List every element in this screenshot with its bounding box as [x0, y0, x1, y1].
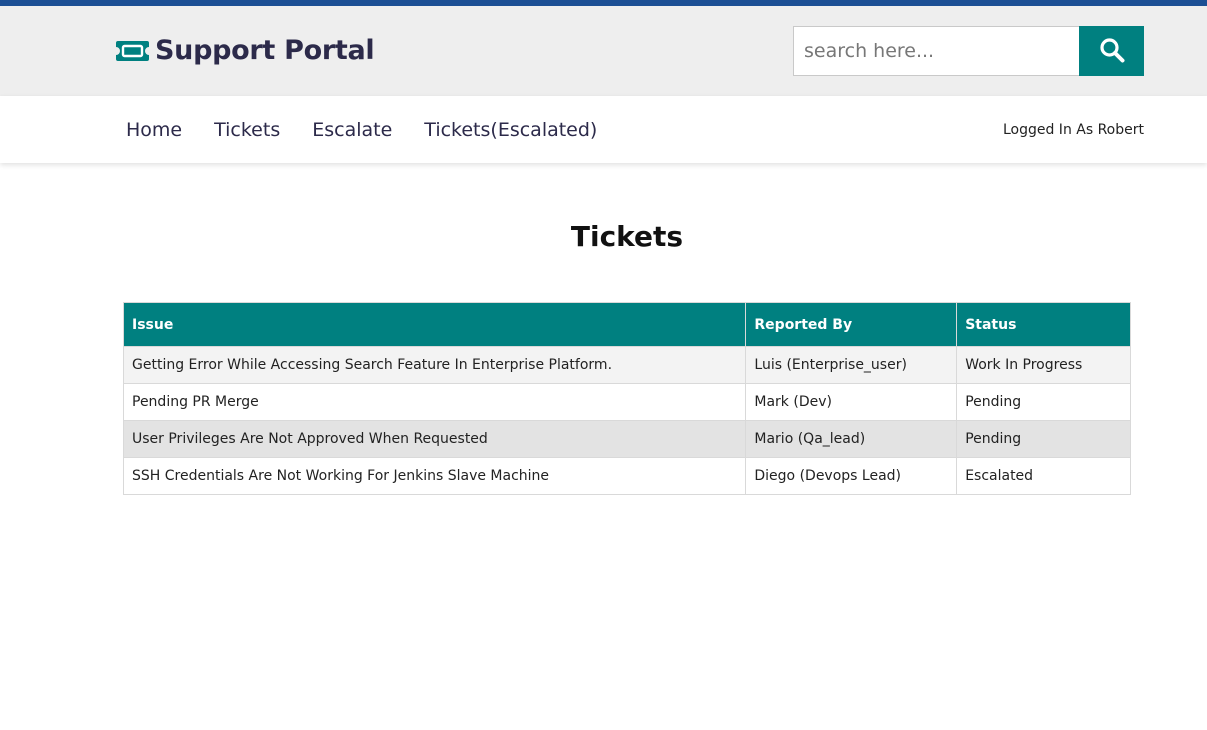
table-row[interactable]: Pending PR Merge Mark (Dev) Pending	[122, 383, 1131, 421]
status-cell: Work In Progress	[956, 346, 1131, 384]
status-cell: Pending	[956, 383, 1131, 421]
reported-by-cell: Mario (Qa_lead)	[745, 420, 958, 458]
ticket-icon	[115, 39, 150, 63]
table-header-row: Issue Reported By Status	[122, 302, 1131, 347]
issue-cell: SSH Credentials Are Not Working For Jenk…	[122, 457, 747, 495]
nav-link-escalate[interactable]: Escalate	[312, 119, 392, 141]
reported-by-cell: Luis (Enterprise_user)	[745, 346, 958, 384]
nav-link-home[interactable]: Home	[126, 119, 182, 141]
reported-by-cell: Diego (Devops Lead)	[745, 457, 958, 495]
nav-links: Home Tickets Escalate Tickets(Escalated)	[126, 96, 629, 163]
logged-in-status: Logged In As Robert	[1002, 121, 1144, 138]
issue-cell: Pending PR Merge	[122, 383, 747, 421]
table-row[interactable]: SSH Credentials Are Not Working For Jenk…	[122, 457, 1131, 495]
column-header-status: Status	[956, 302, 1131, 347]
issue-cell: Getting Error While Accessing Search Fea…	[122, 346, 747, 384]
table-row[interactable]: Getting Error While Accessing Search Fea…	[122, 346, 1131, 384]
header: Support Portal	[0, 6, 1207, 96]
column-header-reported-by: Reported By	[745, 302, 958, 347]
nav-link-tickets-escalated[interactable]: Tickets(Escalated)	[424, 119, 597, 141]
main-nav: Home Tickets Escalate Tickets(Escalated)…	[0, 96, 1207, 163]
column-header-issue: Issue	[122, 302, 747, 347]
search-icon	[1099, 37, 1125, 66]
reported-by-cell: Mark (Dev)	[745, 383, 958, 421]
status-cell: Pending	[956, 420, 1131, 458]
table-row[interactable]: User Privileges Are Not Approved When Re…	[122, 420, 1131, 458]
page-title: Tickets	[570, 220, 684, 253]
search-input[interactable]	[793, 26, 1079, 76]
brand[interactable]: Support Portal	[115, 35, 375, 66]
search-button[interactable]	[1079, 26, 1144, 76]
brand-title: Support Portal	[155, 35, 375, 66]
search-form	[793, 26, 1144, 76]
nav-link-tickets[interactable]: Tickets	[214, 119, 280, 141]
tickets-table: Issue Reported By Status Getting Error W…	[122, 302, 1131, 495]
issue-cell: User Privileges Are Not Approved When Re…	[122, 420, 747, 458]
status-cell: Escalated	[956, 457, 1131, 495]
